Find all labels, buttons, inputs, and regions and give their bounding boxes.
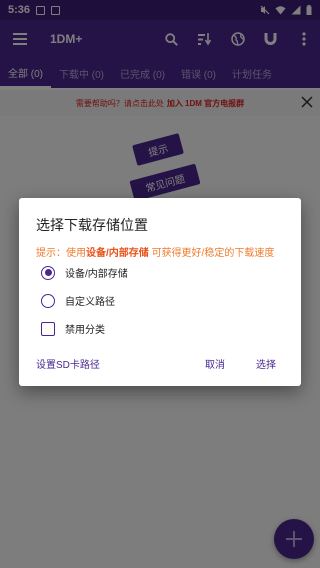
dialog-hint: 提示：使用设备/内部存储 可获得更好/稳定的下载速度 [36, 244, 274, 259]
option-custom-path[interactable]: 自定义路径 [41, 293, 115, 308]
checkbox-label: 禁用分类 [65, 325, 105, 336]
set-sd-path-button[interactable]: 设置SD卡路径 [36, 356, 100, 371]
disable-category-checkbox[interactable]: 禁用分类 [41, 321, 105, 336]
radio-selected-icon[interactable] [41, 265, 55, 280]
radio-unselected-icon[interactable] [41, 293, 55, 308]
hint-prefix: 提示：使用 [36, 248, 86, 259]
cancel-button[interactable]: 取消 [205, 356, 225, 371]
checkbox-icon[interactable] [41, 321, 55, 336]
select-button[interactable]: 选择 [256, 356, 276, 371]
option-label: 设备/内部存储 [65, 269, 128, 280]
storage-location-dialog: 选择下载存储位置 提示：使用设备/内部存储 可获得更好/稳定的下载速度 设备/内… [19, 198, 301, 386]
option-label: 自定义路径 [65, 297, 115, 308]
option-internal-storage[interactable]: 设备/内部存储 [41, 265, 128, 280]
hint-suffix: 可获得更好/稳定的下载速度 [151, 248, 275, 259]
dialog-title: 选择下载存储位置 [36, 217, 148, 233]
hint-emphasis: 设备/内部存储 [86, 248, 149, 259]
